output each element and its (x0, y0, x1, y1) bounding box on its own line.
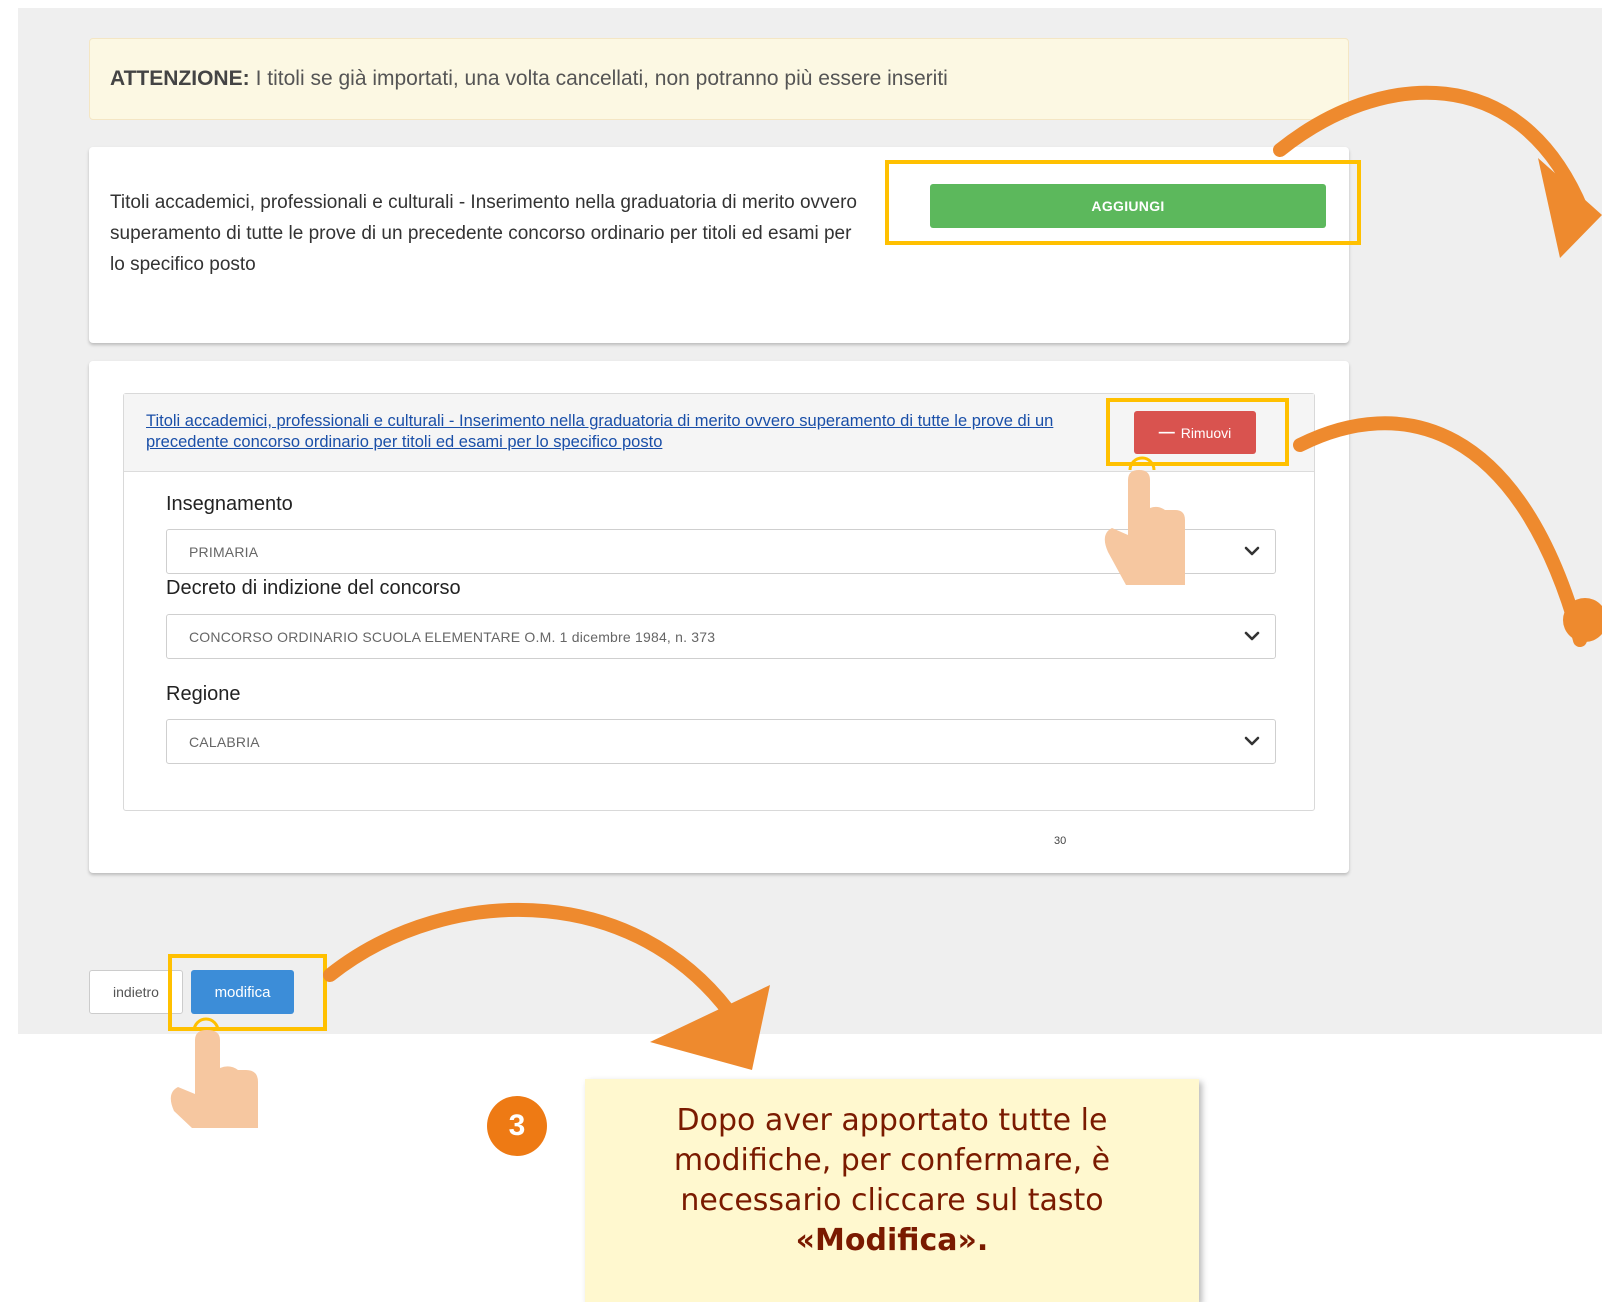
pointing-hand-icon (1104, 456, 1185, 585)
instruction-callout: Dopo aver apportato tutte le modifiche, … (585, 1079, 1199, 1302)
callout-text: Dopo aver apportato tutte le modifiche, … (673, 1103, 1111, 1218)
callout-bold: «Modifica». (795, 1223, 989, 1258)
curved-arrow-icon (1293, 416, 1587, 647)
pointing-hand-icon (170, 1017, 258, 1128)
curved-arrow-icon (1273, 85, 1589, 217)
step-badge: 3 (487, 1096, 547, 1156)
curved-arrow-icon (323, 903, 752, 1042)
